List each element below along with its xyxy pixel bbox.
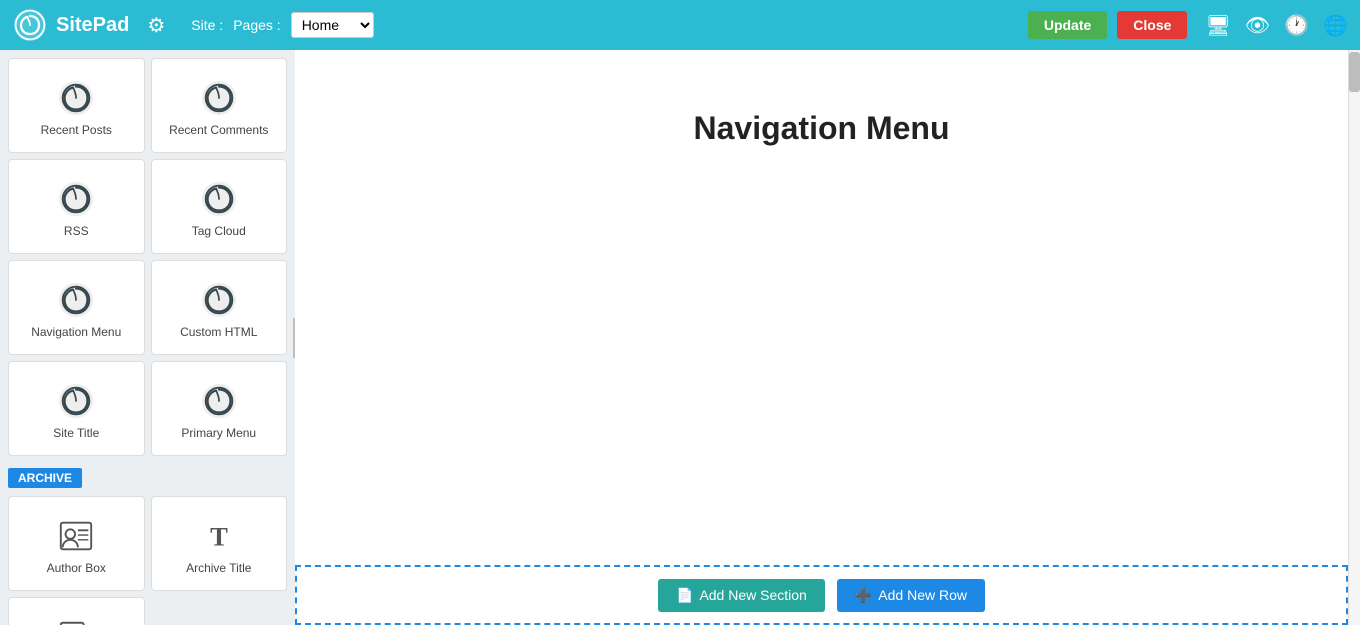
archive-posts-icon xyxy=(57,618,95,625)
page-title: Navigation Menu xyxy=(693,110,949,147)
pages-label: Pages : xyxy=(233,17,280,33)
widget-tag-cloud[interactable]: Tag Cloud xyxy=(151,159,288,254)
archive-section-header: ARCHIVE xyxy=(8,462,287,494)
archive-label: ARCHIVE xyxy=(8,468,82,488)
widget-author-box[interactable]: Author Box xyxy=(8,496,145,591)
custom-html-icon xyxy=(200,281,238,319)
page-select[interactable]: Home About Contact xyxy=(291,12,374,38)
settings-icon[interactable]: ⚙ xyxy=(147,13,165,38)
widget-navigation-menu[interactable]: Navigation Menu xyxy=(8,260,145,355)
widget-archive-title-label: Archive Title xyxy=(186,561,251,575)
widget-navigation-menu-label: Navigation Menu xyxy=(31,325,121,339)
logo: SitePad xyxy=(12,7,129,43)
site-title-icon xyxy=(57,382,95,420)
preview-icon[interactable]: 👁 xyxy=(1245,13,1270,38)
archive-title-icon: T xyxy=(200,517,238,555)
primary-menu-icon xyxy=(200,382,238,420)
add-row-label: Add New Row xyxy=(878,587,967,603)
widget-site-title-label: Site Title xyxy=(53,426,99,440)
widget-grid-row3: Navigation Menu Custom HTML xyxy=(8,260,287,355)
widget-recent-comments-label: Recent Comments xyxy=(169,123,268,137)
widget-archive-title[interactable]: T Archive Title xyxy=(151,496,288,591)
sidebar-collapse-toggle[interactable]: ◀ xyxy=(293,318,295,358)
header: SitePad ⚙ Site : Pages : Home About Cont… xyxy=(0,0,1360,50)
add-row-plus-icon: ➕ xyxy=(855,587,872,604)
svg-text:T: T xyxy=(210,521,228,551)
navigation-menu-icon xyxy=(57,281,95,319)
widget-author-box-label: Author Box xyxy=(47,561,106,575)
widget-recent-posts-label: Recent Posts xyxy=(41,123,112,137)
widget-primary-menu-label: Primary Menu xyxy=(181,426,256,440)
logo-text: SitePad xyxy=(56,14,129,37)
add-section-label: Add New Section xyxy=(699,587,806,603)
archive-widget-grid-row2: Archive Posts xyxy=(8,597,287,625)
add-section-area: 📄 Add New Section ➕ Add New Row xyxy=(295,565,1348,625)
widget-custom-html[interactable]: Custom HTML xyxy=(151,260,288,355)
header-action-icons: 🖥 👁 🕐 🌐 xyxy=(1205,13,1348,38)
close-button[interactable]: Close xyxy=(1117,11,1187,39)
widget-recent-posts[interactable]: Recent Posts xyxy=(8,58,145,153)
widget-tag-cloud-label: Tag Cloud xyxy=(192,224,246,238)
archive-widget-grid-row1: Author Box T Archive Title xyxy=(8,496,287,591)
widget-grid-row1: Recent Posts Recent Comments xyxy=(8,58,287,153)
widget-grid-row4: Site Title Primary Menu xyxy=(8,361,287,456)
add-section-doc-icon: 📄 xyxy=(676,587,693,604)
recent-comments-icon xyxy=(200,79,238,117)
rss-icon xyxy=(57,180,95,218)
logo-icon xyxy=(12,7,48,43)
main-area: Recent Posts Recent Comments xyxy=(0,50,1360,625)
update-button[interactable]: Update xyxy=(1028,11,1107,39)
content-area: Navigation Menu 📄 Add New Section ➕ Add … xyxy=(295,50,1348,625)
recent-posts-icon xyxy=(57,79,95,117)
widget-custom-html-label: Custom HTML xyxy=(180,325,257,339)
scrollbar[interactable] xyxy=(1348,50,1360,625)
widget-archive-posts[interactable]: Archive Posts xyxy=(8,597,145,625)
widget-grid-row2: RSS Tag Cloud xyxy=(8,159,287,254)
widget-primary-menu[interactable]: Primary Menu xyxy=(151,361,288,456)
author-box-icon xyxy=(57,517,95,555)
sitemap-icon[interactable]: 🌐 xyxy=(1323,13,1348,38)
scrollbar-thumb[interactable] xyxy=(1349,52,1360,92)
widget-rss-label: RSS xyxy=(64,224,89,238)
sidebar: Recent Posts Recent Comments xyxy=(0,50,295,625)
content-inner: Navigation Menu xyxy=(295,50,1348,565)
site-label: Site : xyxy=(191,17,223,33)
add-new-row-button[interactable]: ➕ Add New Row xyxy=(837,579,985,612)
history-icon[interactable]: 🕐 xyxy=(1284,13,1309,38)
widget-recent-comments[interactable]: Recent Comments xyxy=(151,58,288,153)
add-new-section-button[interactable]: 📄 Add New Section xyxy=(658,579,825,612)
tag-cloud-icon xyxy=(200,180,238,218)
widget-rss[interactable]: RSS xyxy=(8,159,145,254)
desktop-icon[interactable]: 🖥 xyxy=(1205,13,1230,38)
widget-site-title[interactable]: Site Title xyxy=(8,361,145,456)
